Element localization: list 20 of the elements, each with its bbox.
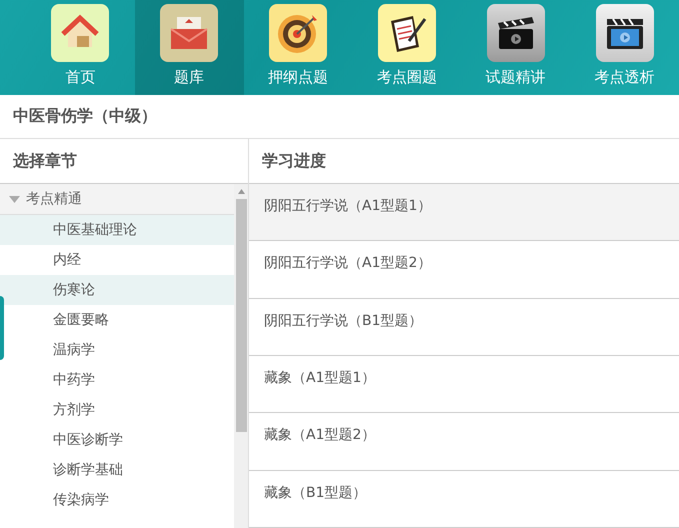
- nav-label: 押纲点题: [268, 68, 328, 87]
- nav-label: 首页: [65, 68, 96, 87]
- chapter-item[interactable]: 伤寒论: [0, 275, 234, 305]
- scrollbar[interactable]: [234, 184, 248, 528]
- tree-parent-item[interactable]: 考点精通: [0, 184, 234, 215]
- course-title: 中医骨伤学（中级）: [0, 95, 679, 139]
- nav-label: 题库: [174, 68, 204, 87]
- nav-tab[interactable]: 题库: [134, 0, 244, 95]
- tree-parent-label: 考点精通: [26, 190, 82, 208]
- nav-label: 考点圈题: [376, 68, 437, 87]
- nav-tab[interactable]: 押纲点题: [244, 0, 352, 95]
- chapter-item[interactable]: 中医基础理论: [0, 215, 234, 245]
- nav-label: 考点透析: [594, 68, 655, 87]
- progress-row[interactable]: 藏象（B1型题）: [249, 470, 679, 528]
- side-tab[interactable]: [0, 296, 4, 360]
- scrollbar-thumb[interactable]: [236, 199, 246, 432]
- progress-row[interactable]: 阴阳五行学说（A1型题1）: [249, 184, 679, 242]
- nav-label: 试题精讲: [486, 68, 546, 87]
- scroll-up-icon: [238, 189, 244, 194]
- progress-row[interactable]: 阴阳五行学说（B1型题）: [249, 298, 679, 356]
